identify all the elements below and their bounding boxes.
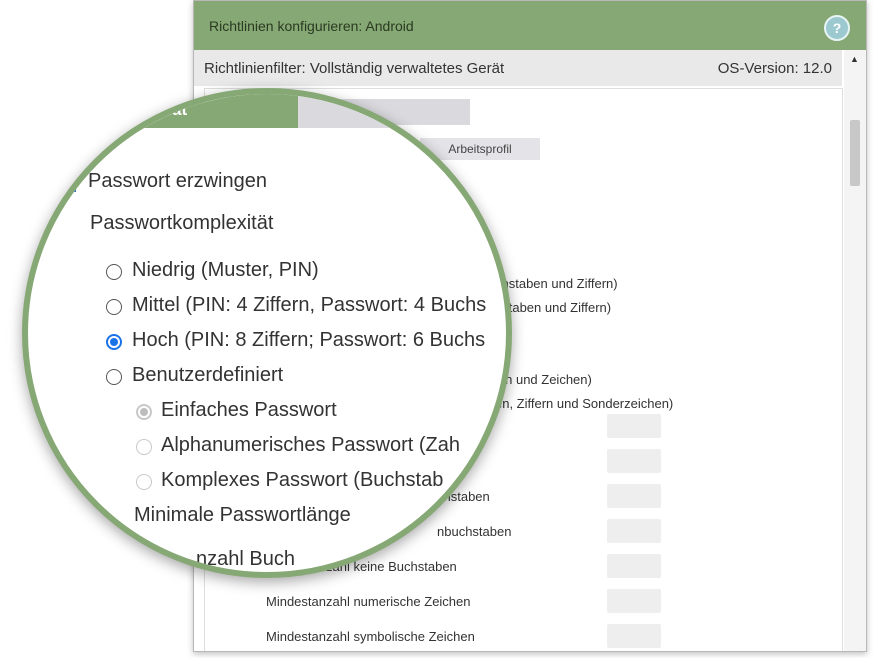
- radio-low[interactable]: [106, 264, 122, 280]
- min-numeric-label: Mindestanzahl numerische Zeichen: [266, 594, 471, 609]
- filter-bar: Richtlinienfilter: Vollständig verwaltet…: [194, 50, 842, 86]
- policy-filter-label: Richtlinienfilter: Vollständig verwaltet…: [204, 60, 505, 77]
- option-complex-label: Komplexes Passwort (Buchstab: [161, 469, 444, 491]
- scroll-thumb[interactable]: [850, 120, 860, 186]
- option-high-label: Hoch (PIN: 8 Ziffern; Passwort: 6 Buchs: [132, 329, 486, 351]
- number-field[interactable]: [607, 519, 661, 543]
- number-field[interactable]: [607, 484, 661, 508]
- enforce-checkbox-edge[interactable]: [28, 174, 76, 192]
- lens-tab-work[interactable]: [298, 94, 506, 128]
- option-medium-label: Mittel (PIN: 4 Ziffern, Passwort: 4 Buch…: [132, 294, 487, 316]
- scrollbar[interactable]: ▲: [844, 50, 866, 651]
- min-symbols-label: Mindestanzahl symbolische Zeichen: [266, 629, 475, 644]
- password-complexity-label: Passwortkomplexität: [90, 212, 274, 234]
- radio-simple-password[interactable]: [136, 404, 152, 420]
- number-field[interactable]: [607, 554, 661, 578]
- bg-option-text: chstaben und Ziffern): [495, 276, 618, 291]
- scroll-up-icon[interactable]: ▲: [850, 54, 859, 64]
- radio-complex-password[interactable]: [136, 474, 152, 490]
- magnifier-lens: erät Passwort erzwingen Passwortkomplexi…: [22, 88, 512, 578]
- bg-field-label: nbuchstaben: [437, 524, 512, 539]
- option-alphanumeric-label: Alphanumerisches Passwort (Zah: [161, 434, 461, 456]
- enforce-password-label: Passwort erzwingen: [88, 170, 267, 192]
- radio-medium[interactable]: [106, 299, 122, 315]
- number-field[interactable]: [607, 449, 661, 473]
- partial-count-label: nzahl Buch: [196, 548, 295, 570]
- help-icon[interactable]: ?: [824, 15, 850, 41]
- dialog-title: Richtlinien konfigurieren: Android: [209, 18, 414, 34]
- radio-custom[interactable]: [106, 369, 122, 385]
- number-field[interactable]: [607, 624, 661, 648]
- min-password-length-label: Minimale Passwortlänge: [134, 504, 351, 526]
- dialog-titlebar: Richtlinien konfigurieren: Android ?: [194, 1, 866, 50]
- radio-alphanumeric-password[interactable]: [136, 439, 152, 455]
- number-field[interactable]: [607, 414, 661, 438]
- option-low-label: Niedrig (Muster, PIN): [132, 259, 319, 281]
- radio-high[interactable]: [106, 334, 122, 350]
- bg-option-text: hstaben und Ziffern): [495, 300, 612, 315]
- number-field[interactable]: [607, 589, 661, 613]
- bg-option-text: en, Ziffern und Sonderzeichen): [495, 396, 674, 411]
- lens-tab-device[interactable]: erät: [28, 94, 298, 128]
- option-custom-label: Benutzerdefiniert: [132, 364, 284, 386]
- option-simple-label: Einfaches Passwort: [161, 399, 337, 421]
- os-version-label: OS-Version: 12.0: [717, 60, 832, 77]
- lens-tab-label: erät: [156, 100, 188, 119]
- bg-option-text: len und Zeichen): [495, 372, 592, 387]
